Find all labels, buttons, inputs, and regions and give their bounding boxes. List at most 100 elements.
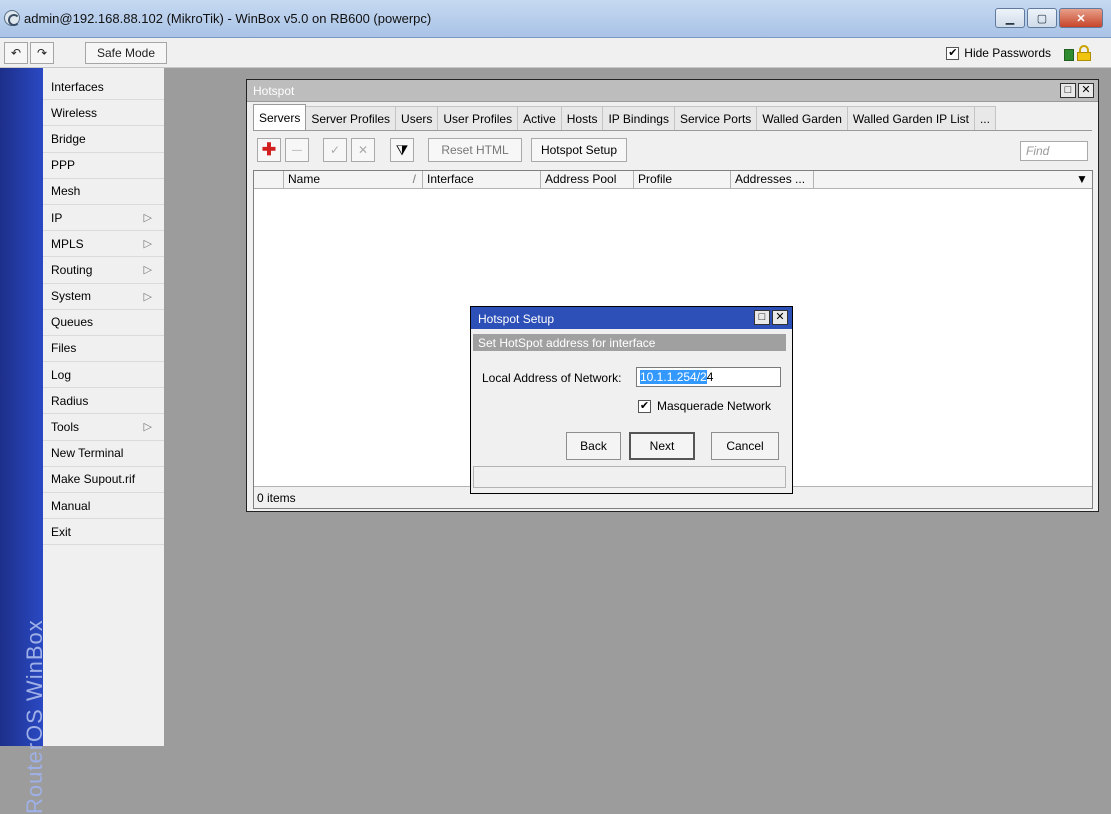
sidebar-item-label: Bridge <box>51 131 86 146</box>
table-header: Name / Interface Address Pool Profile Add… <box>254 171 1092 189</box>
sidebar-item-label: Interfaces <box>51 79 104 94</box>
local-address-input[interactable]: 10.1.1.254/24 <box>636 367 781 387</box>
close-button[interactable]: ✕ <box>1059 8 1103 28</box>
column-profile[interactable]: Profile <box>634 171 731 189</box>
tab-servers[interactable]: Servers <box>253 104 307 130</box>
sidebar-item-make-supout-rif[interactable]: Make Supout.rif <box>43 467 164 493</box>
tab-walled-garden-ip-list[interactable]: Walled Garden IP List <box>846 106 975 130</box>
winbox-app-icon <box>4 10 20 26</box>
sidebar-item-label: Manual <box>51 498 91 513</box>
local-address-label: Local Address of Network: <box>482 371 622 385</box>
tab-walled-garden[interactable]: Walled Garden <box>756 106 848 130</box>
sidebar-item-files[interactable]: Files <box>43 336 164 363</box>
hotspot-tabs: Servers Server Profiles Users User Profiles… <box>253 104 996 130</box>
sidebar-item-routing[interactable]: Routing ▷ <box>43 257 164 284</box>
sidebar-item-ip[interactable]: IP ▷ <box>43 205 164 232</box>
sidebar-item-label: IP <box>51 210 63 225</box>
masquerade-toggle[interactable]: ✔ Masquerade Network <box>638 399 771 413</box>
column-name[interactable]: Name / <box>284 171 423 189</box>
hotspot-restore-button[interactable]: □ <box>1060 83 1076 98</box>
filter-icon[interactable]: ⧩ <box>390 138 414 162</box>
sidebar-item-label: Wireless <box>51 105 98 120</box>
brand-strip: RouterOS WinBox <box>0 68 47 814</box>
submenu-arrow-icon: ▷ <box>143 264 152 277</box>
tab-hosts[interactable]: Hosts <box>560 106 604 130</box>
sidebar-item-system[interactable]: System ▷ <box>43 284 164 310</box>
tab-ip-bindings[interactable]: IP Bindings <box>602 106 675 130</box>
sidebar-item-manual[interactable]: Manual <box>43 493 164 520</box>
dialog-subtitle: Set HotSpot address for interface <box>473 334 786 351</box>
sidebar-item-label: Exit <box>51 524 72 539</box>
submenu-arrow-icon: ▷ <box>143 238 152 251</box>
sidebar-item-tools[interactable]: Tools ▷ <box>43 414 164 441</box>
submenu-arrow-icon: ▷ <box>143 211 152 224</box>
hotspot-window-controls: □ ✕ <box>1060 83 1094 98</box>
sidebar-item-label: Tools <box>51 420 80 435</box>
disable-button[interactable]: ✕ <box>351 138 375 162</box>
status-indicator-icon <box>1064 49 1074 61</box>
title-bar: admin@192.168.88.102 (MikroTik) - WinBox… <box>0 0 1111 38</box>
window-title: admin@192.168.88.102 (MikroTik) - WinBox… <box>24 11 432 26</box>
tab-user-profiles[interactable]: User Profiles <box>437 106 519 130</box>
sidebar-item-queues[interactable]: Queues <box>43 310 164 336</box>
sidebar-item-bridge[interactable]: Bridge <box>43 126 164 153</box>
sidebar-item-interfaces[interactable]: Interfaces <box>43 74 164 101</box>
masquerade-checkbox[interactable]: ✔ <box>638 399 651 413</box>
redo-button[interactable]: ↷ <box>30 42 54 64</box>
sidebar-item-radius[interactable]: Radius <box>43 388 164 415</box>
sidebar-item-mesh[interactable]: Mesh <box>43 179 164 205</box>
submenu-arrow-icon: ▷ <box>143 421 152 434</box>
back-button[interactable]: Back <box>566 432 621 460</box>
next-button[interactable]: Next <box>629 432 695 460</box>
hide-passwords-checkbox[interactable]: ✔ <box>946 46 960 60</box>
unselected-text: 4 <box>706 370 714 384</box>
add-button[interactable]: ✚ <box>257 138 281 162</box>
hotspot-setup-dialog: Hotspot Setup □ ✕ Set HotSpot address fo… <box>470 306 793 494</box>
header-spacer <box>254 171 284 189</box>
remove-button[interactable]: — <box>285 138 309 162</box>
tab-server-profiles[interactable]: Server Profiles <box>305 106 397 130</box>
find-input[interactable]: Find <box>1020 141 1088 161</box>
submenu-arrow-icon: ▷ <box>143 290 152 303</box>
tab-active[interactable]: Active <box>517 106 562 130</box>
column-address-pool[interactable]: Address Pool <box>541 171 634 189</box>
hotspot-setup-button[interactable]: Hotspot Setup <box>531 138 627 162</box>
dialog-restore-button[interactable]: □ <box>754 310 770 325</box>
dialog-title-bar[interactable]: Hotspot Setup □ ✕ <box>471 307 792 329</box>
sidebar-item-wireless[interactable]: Wireless <box>43 100 164 127</box>
tab-more[interactable]: ... <box>973 106 996 130</box>
sidebar-item-label: Radius <box>51 393 89 408</box>
maximize-button[interactable]: ▢ <box>1027 8 1057 28</box>
enable-button[interactable]: ✓ <box>323 138 347 162</box>
hotspot-title-bar[interactable]: Hotspot □ ✕ <box>247 80 1098 102</box>
sidebar-item-label: Log <box>51 367 72 382</box>
main-toolbar: ↶ ↷ Safe Mode ✔ Hide Passwords <box>0 38 1111 68</box>
hide-passwords-label: Hide Passwords <box>964 46 1051 60</box>
sidebar-item-label: PPP <box>51 158 76 173</box>
tab-users[interactable]: Users <box>395 106 439 130</box>
cancel-button[interactable]: Cancel <box>711 432 779 460</box>
sidebar-item-label: Make Supout.rif <box>51 472 136 487</box>
columns-dropdown-icon[interactable]: ▼ <box>1072 171 1092 189</box>
sidebar-item-exit[interactable]: Exit <box>43 519 164 546</box>
dialog-status-bar <box>473 466 786 488</box>
reset-html-button[interactable]: Reset HTML <box>428 138 522 162</box>
sidebar-menu: Interfaces Wireless Bridge PPP Mesh IP ▷ MPLS ▷ R… <box>43 74 164 746</box>
sidebar-item-log[interactable]: Log <box>43 362 164 389</box>
undo-button[interactable]: ↶ <box>4 42 28 64</box>
dialog-window-controls: □ ✕ <box>754 310 788 325</box>
sidebar-item-label: Files <box>51 341 77 356</box>
dialog-close-button[interactable]: ✕ <box>772 310 788 325</box>
column-interface[interactable]: Interface <box>423 171 541 189</box>
safe-mode-button[interactable]: Safe Mode <box>85 42 167 64</box>
sidebar-item-new-terminal[interactable]: New Terminal <box>43 441 164 467</box>
tab-service-ports[interactable]: Service Ports <box>673 106 758 130</box>
minimize-button[interactable]: ▁ <box>995 8 1025 28</box>
sidebar-item-mpls[interactable]: MPLS ▷ <box>43 231 164 258</box>
hotspot-close-button[interactable]: ✕ <box>1078 83 1094 98</box>
hotspot-title: Hotspot <box>253 84 295 98</box>
sort-indicator: / <box>412 172 416 186</box>
column-addresses[interactable]: Addresses ... <box>731 171 814 189</box>
sidebar-item-ppp[interactable]: PPP <box>43 153 164 179</box>
hide-passwords-toggle[interactable]: ✔ Hide Passwords <box>946 46 1051 60</box>
